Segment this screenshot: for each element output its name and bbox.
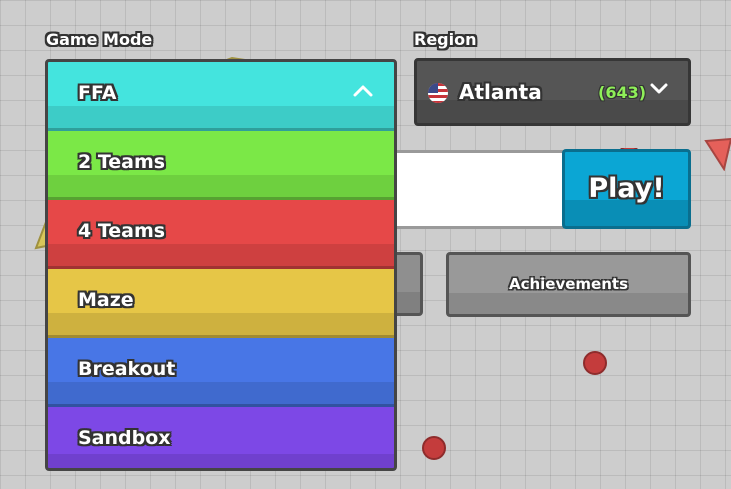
player-name-input[interactable] [394, 150, 564, 229]
game-mode-option-ffa[interactable]: FFA [48, 62, 394, 131]
game-mode-option-sandbox[interactable]: Sandbox [48, 407, 394, 468]
game-mode-option-breakout[interactable]: Breakout [48, 338, 394, 407]
achievements-button[interactable]: Achievements [446, 252, 691, 317]
game-mode-option-2-teams[interactable]: 2 Teams [48, 131, 394, 200]
game-mode-dropdown[interactable]: FFA 2 Teams 4 Teams Maze Breakout Sandbo… [45, 59, 397, 471]
play-button[interactable]: Play! [562, 149, 691, 229]
game-mode-option-4-teams[interactable]: 4 Teams [48, 200, 394, 269]
us-flag-icon [428, 83, 448, 103]
enemy-bullet-dot [582, 350, 608, 380]
enemy-bullet-dot [421, 435, 447, 465]
game-mode-option-maze[interactable]: Maze [48, 269, 394, 338]
enemy-triangle-shape [704, 137, 731, 175]
region-player-count: (643) [598, 83, 647, 102]
chevron-down-icon [649, 79, 669, 99]
region-select[interactable]: Atlanta (643) [414, 58, 691, 126]
chevron-up-icon [352, 80, 374, 102]
game-mode-label: Game Mode [46, 30, 153, 49]
region-name: Atlanta [459, 80, 542, 104]
region-label: Region [414, 30, 477, 49]
